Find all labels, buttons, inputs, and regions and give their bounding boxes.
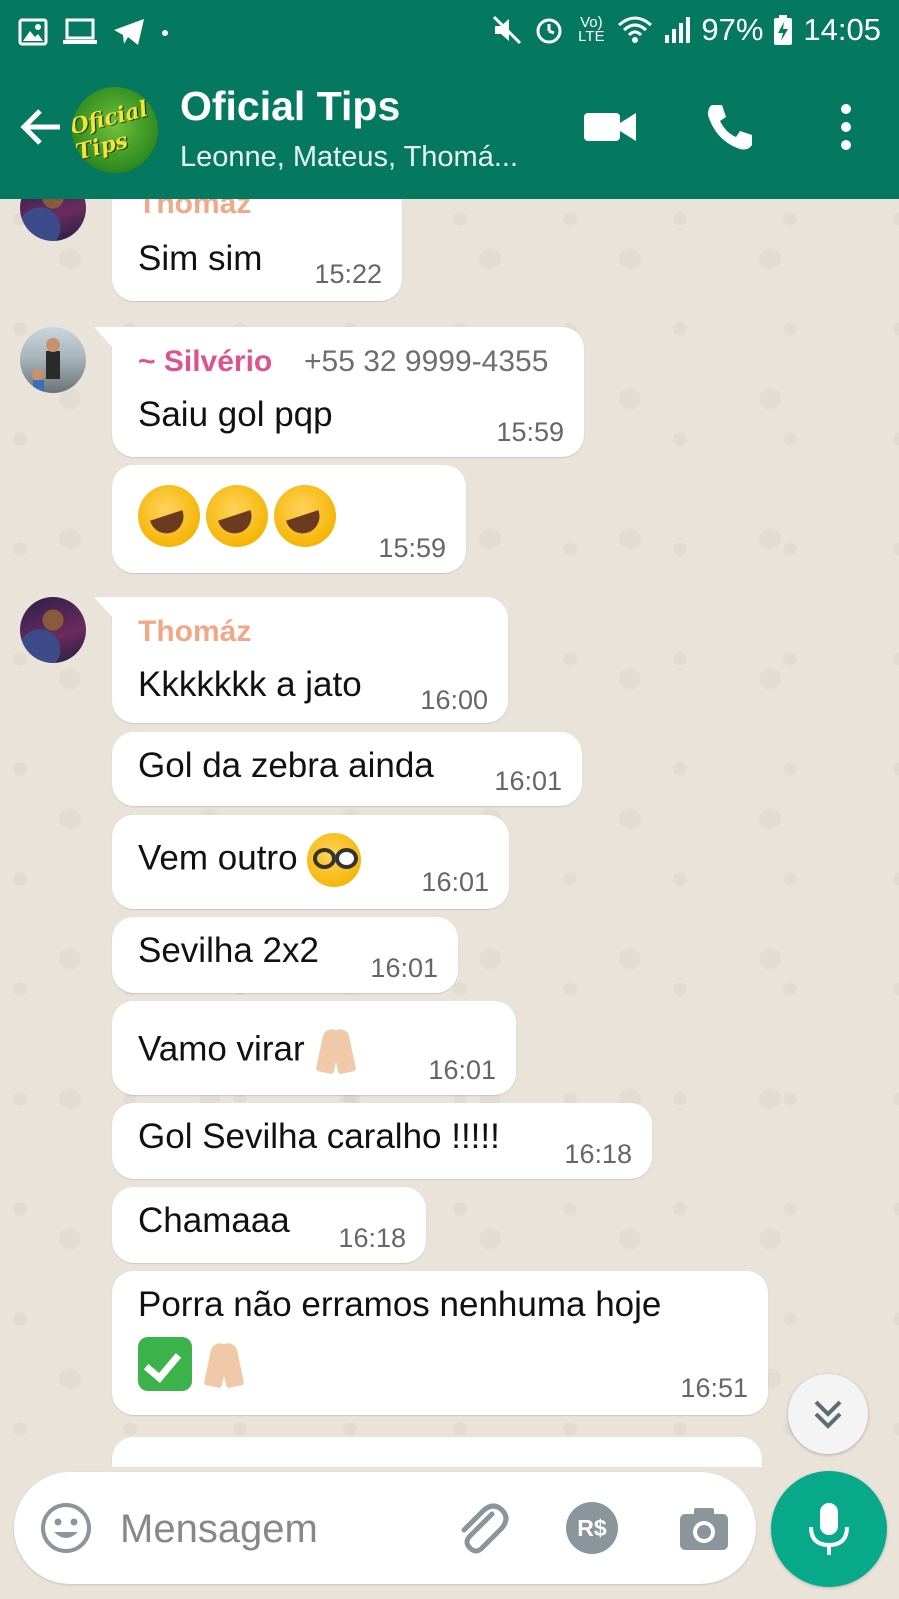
status-bar: Vo) LTE 97% 14:05 (0, 0, 899, 63)
clock: 14:05 (803, 12, 881, 47)
phone-call-icon[interactable] (702, 99, 758, 155)
message-text: Kkkkkkk a jato (138, 665, 362, 704)
message-bubble[interactable]: Thomáz Sim sim 15:22 (112, 199, 402, 301)
message-text: Saiu gol pqp (138, 395, 333, 434)
message-bubble[interactable]: Chamaaa 16:18 (112, 1187, 426, 1263)
message-sender: ~ Silvério (138, 345, 273, 378)
signal-icon (663, 15, 691, 45)
avatar-thomaz[interactable] (20, 597, 86, 663)
more-vert-icon[interactable] (818, 99, 874, 155)
message-time: 16:01 (421, 867, 489, 897)
volte-icon: Vo) LTE (578, 14, 605, 45)
message-text-content: Vem outro (138, 838, 298, 878)
scroll-down-icon (814, 1400, 842, 1429)
message-composer: R$ (14, 1472, 756, 1584)
wifi-icon (617, 15, 653, 45)
message-time: 15:59 (378, 533, 446, 563)
chat-messages-area[interactable]: Thomáz Sim sim 15:22 ~ Silvério +55 32 9… (0, 199, 899, 1467)
battery-percent: 97% (701, 12, 764, 47)
group-avatar-logo-text: Oficial Tips (72, 95, 151, 166)
mic-icon (809, 1503, 849, 1555)
message-text: Gol Sevilha caralho !!!!! (138, 1117, 500, 1156)
message-bubble[interactable]: Vem outro 16:01 (112, 815, 509, 909)
folded-hands-emoji-icon (314, 1023, 358, 1079)
message-input[interactable] (118, 1498, 432, 1560)
message-text: Sim sim (138, 239, 263, 278)
video-call-icon[interactable] (582, 99, 638, 155)
message-sender: Thomáz (138, 615, 252, 648)
check-mark-emoji-icon (138, 1337, 192, 1391)
back-arrow-icon[interactable] (18, 103, 66, 151)
camera-icon[interactable] (674, 1498, 734, 1558)
chat-header: Oficial Tips Oficial Tips Leonne, Mateus… (0, 63, 899, 199)
message-text: Sevilha 2x2 (138, 931, 319, 970)
message-time: 16:01 (428, 1055, 496, 1085)
rolling-laughing-emoji-icon (138, 485, 200, 547)
message-text: Vamo virar (138, 1023, 358, 1079)
emoji-icon[interactable] (38, 1500, 94, 1556)
message-time: 16:18 (338, 1223, 406, 1253)
emoji-row (138, 1337, 246, 1393)
scroll-down-button[interactable] (788, 1374, 868, 1454)
message-sender: Thomáz (138, 199, 252, 220)
message-time: 15:22 (314, 259, 382, 289)
message-bubble[interactable]: 15:59 (112, 465, 466, 573)
payment-button[interactable]: R$ (566, 1502, 618, 1554)
message-time: 15:59 (496, 417, 564, 447)
message-time: 16:51 (680, 1373, 748, 1403)
telegram-notification-icon (112, 17, 146, 47)
message-text: Gol da zebra ainda (138, 746, 434, 785)
folded-hands-emoji-icon (202, 1337, 246, 1393)
voice-record-button[interactable] (771, 1471, 887, 1587)
message-time: 16:01 (370, 953, 438, 983)
more-notifications-dot-icon (160, 17, 170, 47)
message-text: Chamaaa (138, 1201, 290, 1240)
rolling-laughing-emoji-icon (274, 485, 336, 547)
laptop-notification-icon (62, 17, 98, 47)
message-bubble[interactable]: Porra não erramos nenhuma hoje 16:51 (112, 1271, 768, 1415)
message-text: Vem outro (138, 833, 362, 887)
message-time: 16:18 (564, 1139, 632, 1169)
nerd-face-emoji-icon (307, 833, 362, 887)
sender-phone: +55 32 9999-4355 (304, 345, 549, 378)
message-bubble[interactable]: ~ Silvério +55 32 9999-4355 Saiu gol pqp… (94, 327, 584, 457)
gallery-notification-icon (18, 17, 48, 47)
message-bubble[interactable]: Thomáz Kkkkkkk a jato 16:00 (94, 597, 508, 723)
message-text: Porra não erramos nenhuma hoje (138, 1285, 662, 1324)
alarm-icon (533, 14, 565, 46)
message-bubble-partial[interactable] (112, 1437, 762, 1467)
avatar-silverio[interactable] (20, 327, 86, 393)
group-members-subtitle[interactable]: Leonne, Mateus, Thomá... (180, 141, 518, 174)
emoji-row (138, 485, 336, 547)
attach-icon[interactable] (450, 1498, 510, 1558)
message-time: 16:00 (420, 685, 488, 715)
message-bubble[interactable]: Gol da zebra ainda 16:01 (112, 732, 582, 806)
battery-charging-icon (773, 14, 793, 46)
mute-icon (491, 14, 523, 46)
group-title[interactable]: Oficial Tips (180, 83, 400, 130)
avatar-thomaz[interactable] (20, 199, 86, 241)
rolling-laughing-emoji-icon (206, 485, 268, 547)
message-text-content: Vamo virar (138, 1029, 305, 1069)
group-avatar[interactable]: Oficial Tips (72, 87, 158, 173)
message-bubble[interactable]: Sevilha 2x2 16:01 (112, 917, 458, 993)
message-bubble[interactable]: Vamo virar 16:01 (112, 1001, 516, 1095)
message-bubble[interactable]: Gol Sevilha caralho !!!!! 16:18 (112, 1103, 652, 1179)
message-time: 16:01 (494, 766, 562, 796)
